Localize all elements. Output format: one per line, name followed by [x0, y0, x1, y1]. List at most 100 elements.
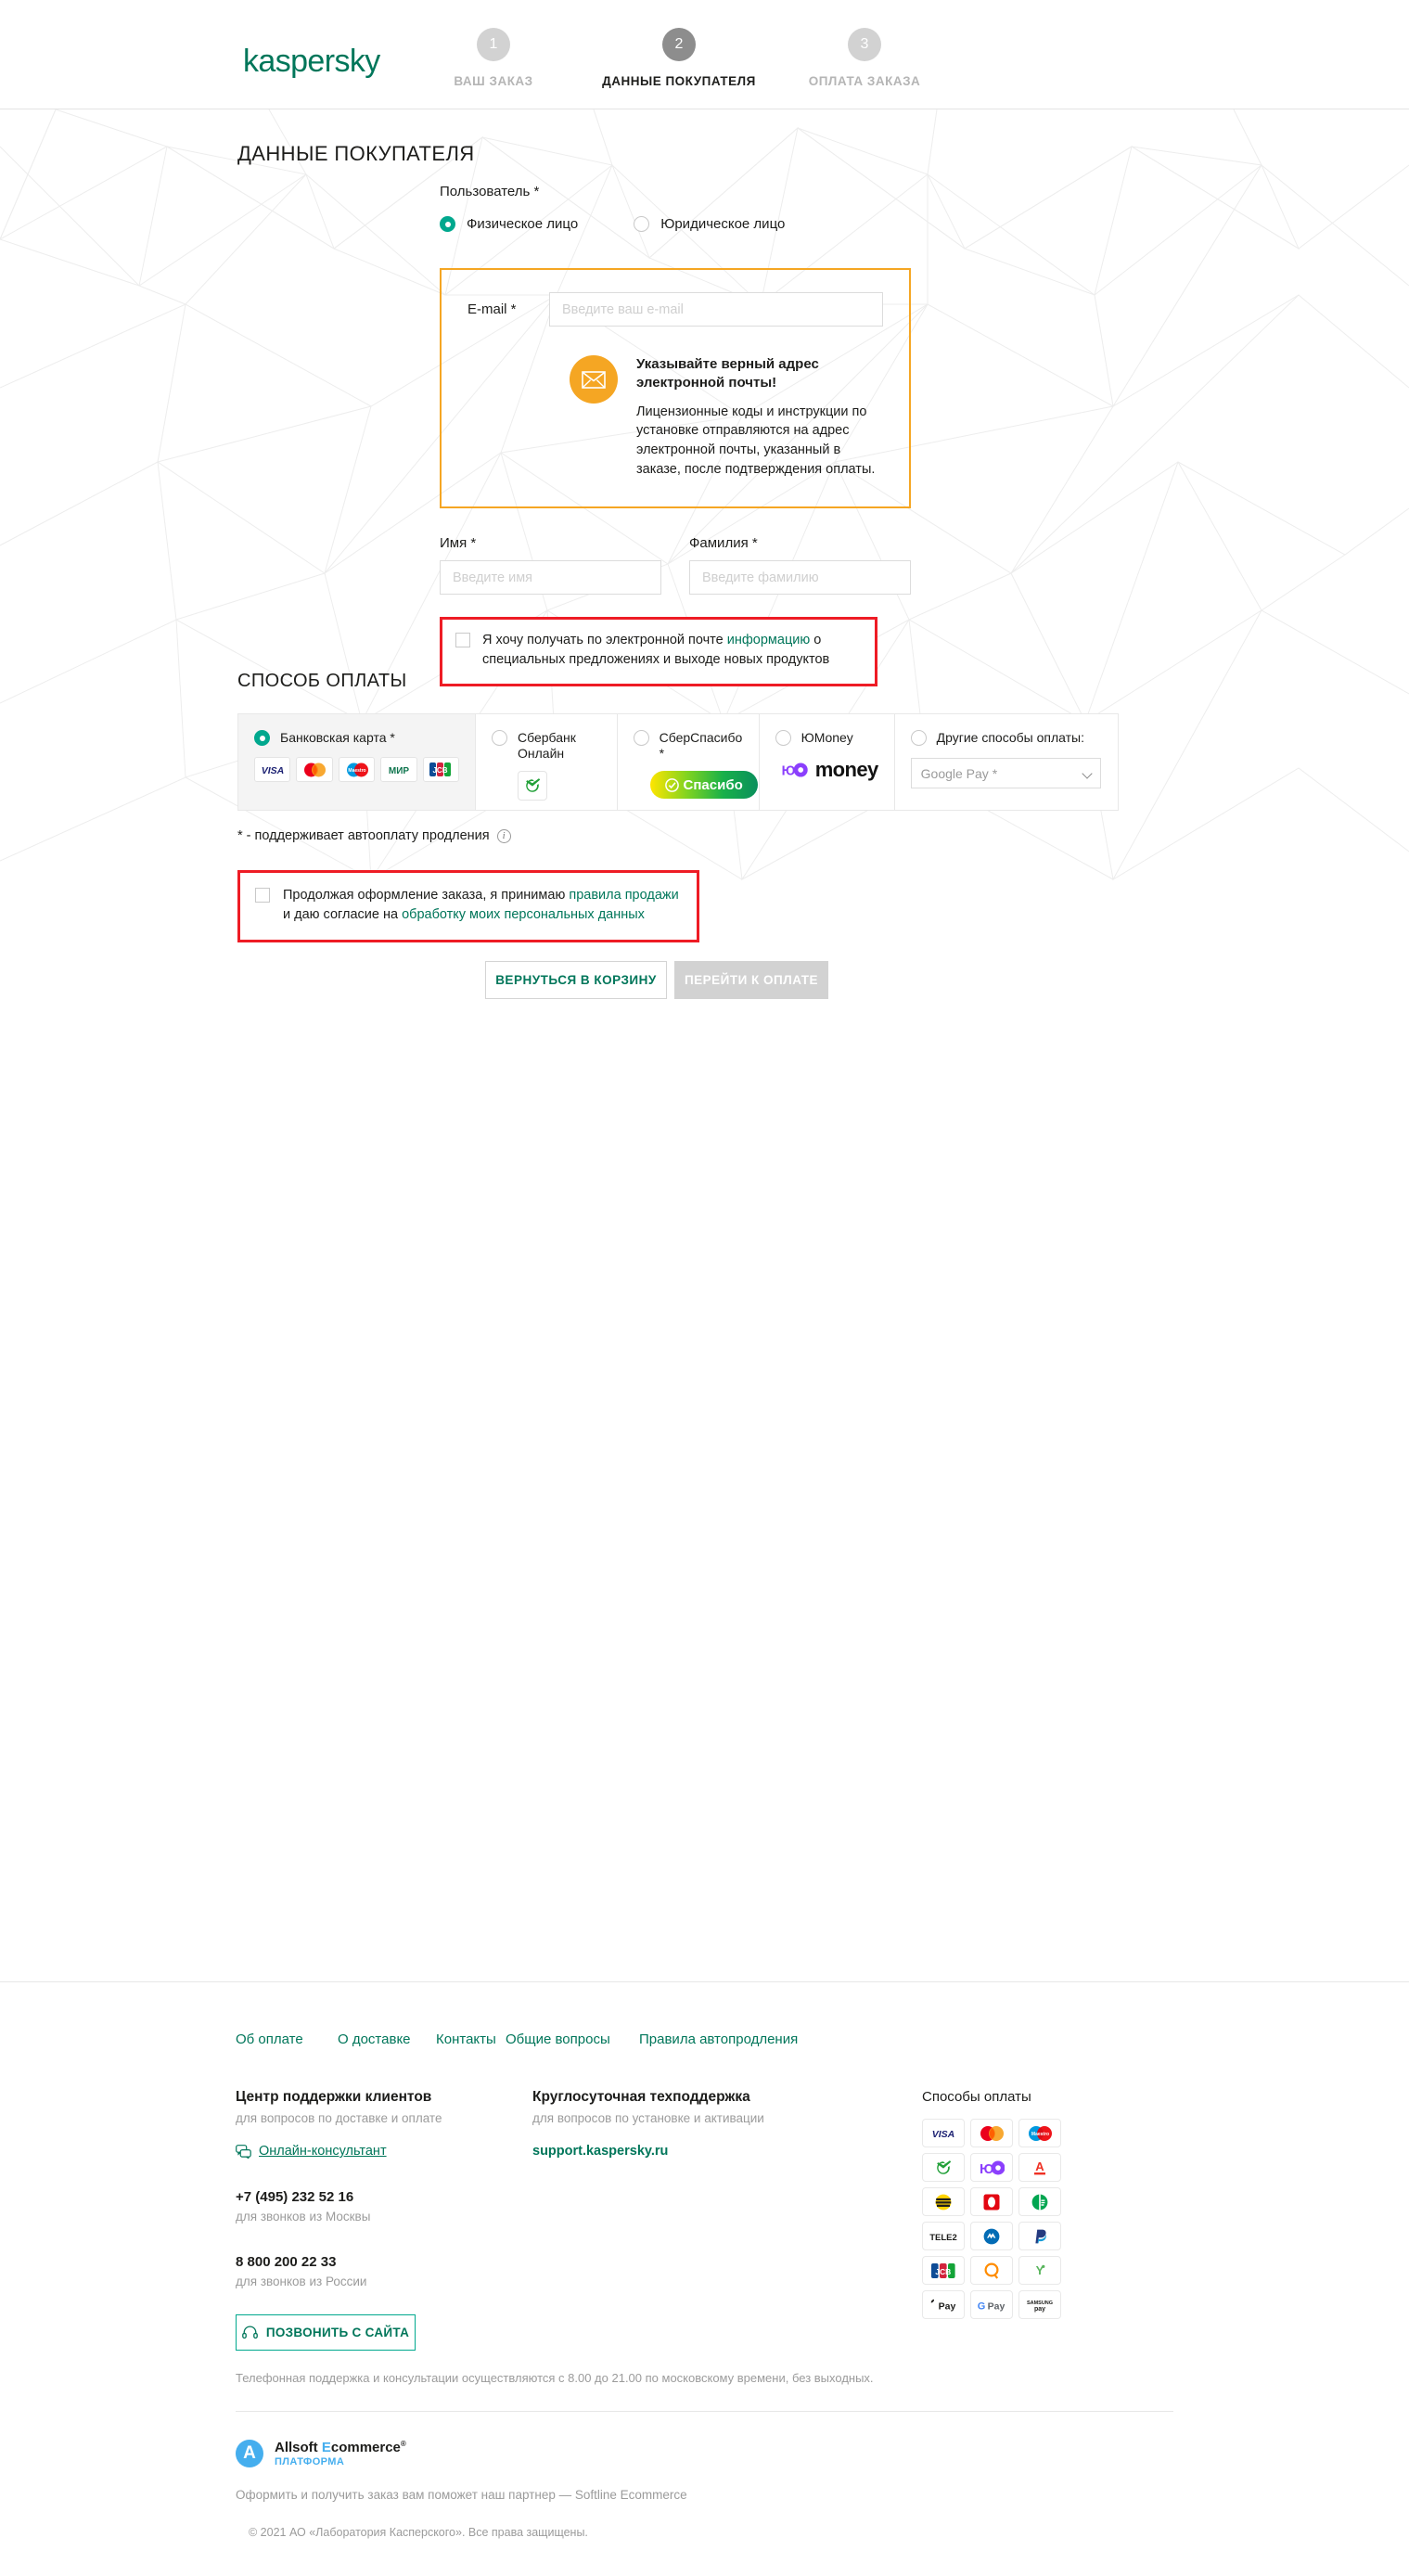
- mastercard-icon: [296, 757, 333, 782]
- maestro-icon: Maestro: [1018, 2119, 1061, 2147]
- first-name-input[interactable]: [440, 560, 661, 596]
- user-type-radio-group: Физическое лицо Юридическое лицо: [440, 216, 922, 232]
- online-consultant-label: Онлайн-консультант: [259, 2144, 387, 2159]
- allsoft-subtitle: ПЛАТФОРМА: [275, 2456, 345, 2467]
- samsung-pay-icon: SAMSUNG pay: [1018, 2290, 1061, 2319]
- yoomoney-mark: Ю: [781, 763, 808, 778]
- mastercard-icon: [970, 2119, 1013, 2147]
- svg-text:Maestro: Maestro: [1031, 2132, 1049, 2137]
- email-warning-title: Указывайте верный адрес электронной почт…: [636, 356, 819, 391]
- support-title: Центр поддержки клиентов: [236, 2089, 432, 2105]
- online-consultant-link[interactable]: Онлайн-консультант: [236, 2144, 532, 2159]
- visa-icon: VISA: [922, 2119, 965, 2147]
- promo-text-before: Я хочу получать по электронной почте: [482, 633, 727, 648]
- payment-title: СПОСОБ ОПЛАТЫ: [237, 671, 407, 691]
- footer-support-column: Центр поддержки клиентов для вопросов по…: [236, 2089, 532, 2351]
- site-header: kaspersky 1 ВАШ ЗАКАЗ 2 ДАННЫЕ ПОКУПАТЕЛ…: [0, 0, 1409, 109]
- spasibo-badge: Спасибо: [649, 771, 758, 800]
- phone-russia-note: для звонков из России: [236, 2275, 367, 2288]
- sales-rules-link[interactable]: правила продажи: [569, 888, 678, 903]
- payment-bank-card-label: Банковская карта *: [280, 730, 395, 745]
- terms-text: Продолжая оформление заказа, я принимаю …: [283, 886, 682, 926]
- step-3-label: ОПЛАТА ЗАКАЗА: [808, 74, 921, 88]
- allsoft-name-2: commerce: [330, 2440, 401, 2455]
- first-name-field: Имя *: [440, 535, 661, 596]
- paypal-icon: [1018, 2222, 1061, 2250]
- allsoft-name-e: E: [321, 2440, 331, 2455]
- payment-method-yoomoney[interactable]: ЮMoney Ю money: [760, 714, 895, 810]
- visa-icon: VISA: [254, 757, 291, 782]
- proceed-to-payment-button: ПЕРЕЙТИ К ОПЛАТЕ: [674, 961, 828, 999]
- payment-other-radio[interactable]: [910, 730, 927, 746]
- support-subtitle: для вопросов по доставке и оплате: [236, 2111, 442, 2125]
- radio-individual[interactable]: Физическое лицо: [440, 216, 578, 232]
- payment-method-other[interactable]: Другие способы оплаты: Google Pay *: [895, 714, 1118, 810]
- svg-text:JCB: JCB: [935, 2267, 951, 2276]
- radio-individual-label: Физическое лицо: [467, 216, 579, 232]
- svg-text:МИР: МИР: [389, 766, 410, 775]
- step-1[interactable]: 1 ВАШ ЗАКАЗ: [401, 28, 586, 88]
- payment-method-bank-card[interactable]: Банковская карта * VISA Maestro МИР JCB: [238, 714, 476, 810]
- step-2[interactable]: 2 ДАННЫЕ ПОКУПАТЕЛЯ: [586, 28, 772, 88]
- footer-columns: Центр поддержки клиентов для вопросов по…: [0, 2047, 1409, 2351]
- payment-section: СПОСОБ ОПЛАТЫ Банковская карта * VISA Ma…: [237, 671, 1119, 999]
- payment-bank-card-radio[interactable]: [254, 730, 270, 746]
- footer-link-contacts[interactable]: Контакты: [436, 2031, 506, 2047]
- promo-info-link[interactable]: информацию: [727, 633, 810, 647]
- payment-yoomoney-radio[interactable]: [775, 730, 791, 746]
- info-icon[interactable]: i: [496, 828, 511, 843]
- copyright: © 2021 АО «Лаборатория Касперского». Все…: [249, 2526, 588, 2539]
- promo-consent-checkbox[interactable]: [455, 633, 470, 648]
- tech-title: Круглосуточная техподдержка: [532, 2089, 750, 2105]
- back-to-cart-button[interactable]: ВЕРНУТЬСЯ В КОРЗИНУ: [485, 961, 667, 999]
- svg-text:VISA: VISA: [932, 2129, 955, 2139]
- allsoft-name: Allsoft Ecommerce®: [275, 2440, 406, 2455]
- site-footer: Об оплате О доставке Контакты Общие вопр…: [0, 1981, 1409, 2576]
- yoomoney-icon: Ю: [970, 2153, 1013, 2182]
- svg-text:pay: pay: [1034, 2306, 1045, 2313]
- footer-link-faq[interactable]: Общие вопросы: [506, 2031, 639, 2047]
- call-from-site-button[interactable]: ПОЗВОНИТЬ С САЙТА: [236, 2314, 416, 2351]
- user-type-label: Пользователь *: [440, 184, 540, 199]
- svg-text:JCB: JCB: [433, 766, 448, 775]
- radio-legal-entity-dot[interactable]: [634, 216, 650, 232]
- yoomoney-logo: Ю money: [781, 758, 878, 782]
- checkout-page: kaspersky 1 ВАШ ЗАКАЗ 2 ДАННЫЕ ПОКУПАТЕЛ…: [0, 0, 1409, 2576]
- maestro-icon: Maestro: [338, 757, 376, 782]
- allsoft-reg-mark: ®: [400, 2440, 406, 2448]
- footer-link-autorenewal[interactable]: Правила автопродления: [639, 2031, 798, 2047]
- last-name-input[interactable]: [689, 560, 911, 596]
- autopay-note: * - поддерживает автооплату продления i: [237, 828, 1119, 843]
- terms-consent-box: Продолжая оформление заказа, я принимаю …: [237, 870, 699, 942]
- tech-subtitle: для вопросов по установке и активации: [532, 2111, 764, 2125]
- payment-yoomoney-label: ЮMoney: [801, 730, 853, 745]
- payment-method-sberspasibo[interactable]: СберСпасибо * Спасибо: [618, 714, 760, 810]
- apple-pay-icon: Pay: [922, 2290, 965, 2319]
- payment-sberbank-radio[interactable]: [492, 730, 507, 746]
- allsoft-name-1: Allsoft: [275, 2440, 322, 2455]
- footer-link-payment[interactable]: Об оплате: [236, 2031, 338, 2047]
- payment-spasibo-radio[interactable]: [633, 730, 649, 746]
- alfabank-icon: A: [1018, 2153, 1061, 2182]
- allsoft-badge: A: [236, 2440, 263, 2467]
- email-warning: Указывайте верный адрес электронной почт…: [468, 355, 883, 479]
- payment-method-sberbank-online[interactable]: Сбербанк Онлайн: [476, 714, 618, 810]
- email-input[interactable]: [549, 292, 883, 327]
- autopay-note-text: * - поддерживает автооплату продления: [237, 828, 490, 843]
- email-row: E-mail *: [468, 292, 883, 327]
- page-title: ДАННЫЕ ПОКУПАТЕЛЯ: [237, 142, 475, 165]
- footer-link-delivery[interactable]: О доставке: [338, 2031, 436, 2047]
- terms-checkbox[interactable]: [255, 888, 270, 903]
- kaspersky-logo[interactable]: kaspersky: [243, 43, 380, 80]
- support-site-link[interactable]: support.kaspersky.ru: [532, 2144, 922, 2159]
- footer-pay-methods-title: Способы оплаты: [922, 2089, 1031, 2105]
- other-payment-select[interactable]: Google Pay *: [910, 758, 1101, 788]
- support-hours-note: Телефонная поддержка и консультации осущ…: [236, 2371, 874, 2385]
- radio-individual-dot[interactable]: [440, 216, 455, 232]
- personal-data-link[interactable]: обработку моих персональных данных: [402, 907, 645, 922]
- svg-text:G: G: [978, 2300, 986, 2312]
- partner-note: Оформить и получить заказ вам поможет на…: [236, 2488, 687, 2502]
- step-3[interactable]: 3 ОПЛАТА ЗАКАЗА: [772, 28, 957, 88]
- svg-text:Maestro: Maestro: [348, 768, 365, 774]
- radio-legal-entity[interactable]: Юридическое лицо: [634, 216, 785, 232]
